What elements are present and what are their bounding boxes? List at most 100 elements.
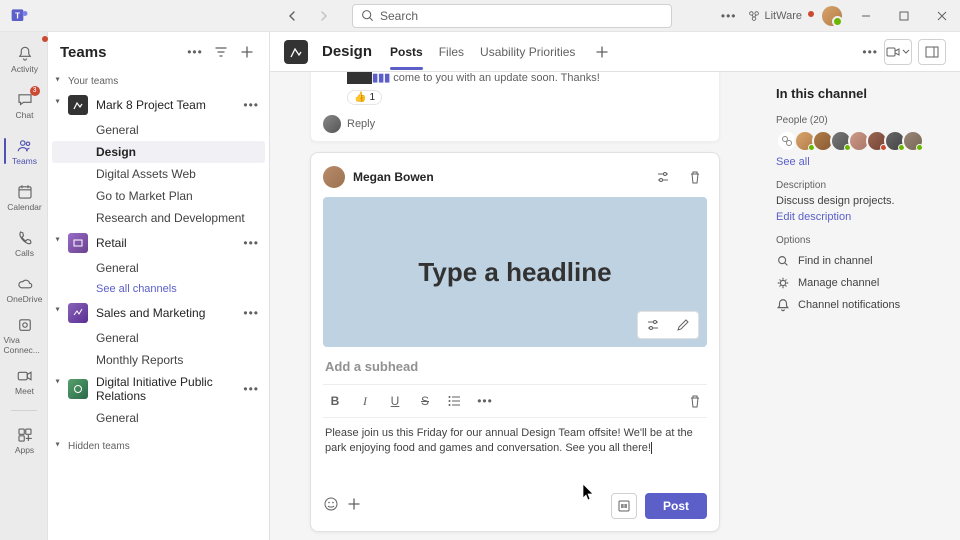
nav-back-button[interactable]: [278, 2, 306, 30]
tab-posts[interactable]: Posts: [390, 34, 423, 70]
tenant-switcher[interactable]: LitWare: [747, 9, 813, 23]
strike-button[interactable]: S: [415, 391, 435, 411]
video-icon: [16, 367, 34, 385]
window-close-button[interactable]: [928, 2, 956, 30]
post-button[interactable]: Post: [645, 493, 707, 519]
nav-forward-button[interactable]: [310, 2, 338, 30]
channel-more-button[interactable]: •••: [862, 45, 878, 59]
channel-picker-button[interactable]: [611, 493, 637, 519]
apps-icon: [16, 426, 34, 444]
rail-onedrive[interactable]: OneDrive: [2, 268, 46, 310]
cloud-icon: [16, 275, 34, 293]
smile-icon: [323, 496, 339, 512]
rail-calls[interactable]: Calls: [2, 222, 46, 264]
subhead-input[interactable]: Add a subhead: [323, 347, 707, 384]
reaction-pill[interactable]: 👍1: [347, 90, 382, 105]
channel-title: Design: [322, 43, 372, 60]
team-avatar-icon: [68, 303, 88, 323]
format-more-button[interactable]: •••: [475, 391, 495, 411]
search-icon: [776, 254, 790, 268]
open-pane-button[interactable]: [918, 39, 946, 65]
hidden-teams-section[interactable]: Hidden teams: [48, 437, 269, 456]
chevron-down-icon: [902, 48, 910, 56]
see-all-link[interactable]: See all: [776, 156, 944, 168]
clear-body-button[interactable]: [685, 391, 705, 411]
option-notifications[interactable]: Channel notifications: [776, 294, 944, 316]
italic-button[interactable]: I: [355, 391, 375, 411]
teams-create-button[interactable]: [237, 42, 257, 62]
channel-general-0[interactable]: General: [48, 119, 269, 141]
channel-general-1[interactable]: General: [48, 257, 269, 279]
tab-usability[interactable]: Usability Priorities: [480, 34, 575, 70]
team-digital-initiative[interactable]: Digital Initiative Public Relations •••: [48, 371, 269, 407]
add-tab-button[interactable]: [591, 41, 613, 63]
rail-meet[interactable]: Meet: [2, 360, 46, 402]
channel-icon: [617, 499, 631, 513]
search-placeholder: Search: [380, 9, 418, 23]
channel-monthly-reports[interactable]: Monthly Reports: [48, 349, 269, 371]
team-more-button[interactable]: •••: [243, 382, 259, 396]
settings-more-button[interactable]: •••: [721, 9, 737, 23]
message-body-input[interactable]: Please join us this Friday for our annua…: [323, 418, 707, 487]
list-button[interactable]: [445, 391, 465, 411]
thumbs-up-icon: 👍: [354, 92, 366, 103]
team-more-button[interactable]: •••: [243, 306, 259, 320]
channel-go-to-market[interactable]: Go to Market Plan: [48, 185, 269, 207]
team-avatar-icon: [68, 379, 88, 399]
channel-research[interactable]: Research and Development: [48, 207, 269, 229]
delivery-options-button[interactable]: [651, 165, 675, 189]
people-label: People (20): [776, 115, 944, 126]
attach-more-button[interactable]: [347, 497, 361, 514]
team-sales[interactable]: Sales and Marketing •••: [48, 299, 269, 327]
see-all-channels-link[interactable]: See all channels: [48, 279, 269, 299]
member-avatar: [902, 130, 924, 152]
team-retail[interactable]: Retail •••: [48, 229, 269, 257]
teams-logo: T: [10, 6, 30, 26]
rail-apps[interactable]: Apps: [2, 419, 46, 461]
team-mark8[interactable]: Mark 8 Project Team •••: [48, 91, 269, 119]
teams-more-button[interactable]: •••: [185, 42, 205, 62]
your-teams-section[interactable]: Your teams: [48, 72, 269, 91]
rail-viva[interactable]: Viva Connec...: [2, 314, 46, 356]
channel-general-2[interactable]: General: [48, 327, 269, 349]
rail-chat[interactable]: 3 Chat: [2, 84, 46, 126]
prev-snippet: xxxx ▮▮▮ come to you with an update soon…: [347, 72, 707, 84]
reply-button[interactable]: Reply: [323, 115, 707, 133]
delete-draft-button[interactable]: [683, 165, 707, 189]
search-icon: [361, 9, 374, 22]
window-minimize-button[interactable]: [852, 2, 880, 30]
option-find[interactable]: Find in channel: [776, 250, 944, 272]
bold-button[interactable]: B: [325, 391, 345, 411]
app-rail: Activity 3 Chat Teams Calendar Calls One…: [0, 32, 48, 540]
channel-digital-assets[interactable]: Digital Assets Web: [48, 163, 269, 185]
people-avatars[interactable]: [776, 130, 944, 152]
meet-now-button[interactable]: [884, 39, 912, 65]
edit-description-link[interactable]: Edit description: [776, 211, 944, 223]
team-more-button[interactable]: •••: [243, 98, 259, 112]
emoji-button[interactable]: [323, 496, 339, 515]
banner-color-button[interactable]: [638, 312, 668, 338]
search-input[interactable]: Search: [352, 4, 672, 28]
channel-general-3[interactable]: General: [48, 407, 269, 429]
teams-filter-button[interactable]: [211, 42, 231, 62]
underline-button[interactable]: U: [385, 391, 405, 411]
bell-icon: [16, 45, 34, 63]
rail-activity[interactable]: Activity: [2, 38, 46, 80]
gear-icon: [776, 276, 790, 290]
team-more-button[interactable]: •••: [243, 236, 259, 250]
announcement-banner[interactable]: Type a headline: [323, 197, 707, 347]
message-feed: xxxx ▮▮▮ come to you with an update soon…: [270, 72, 760, 540]
rail-calendar[interactable]: Calendar: [2, 176, 46, 218]
window-maximize-button[interactable]: [890, 2, 918, 30]
rail-teams[interactable]: Teams: [2, 130, 46, 172]
profile-avatar[interactable]: [822, 6, 842, 26]
titlebar: T Search ••• LitWare: [0, 0, 960, 32]
headline-input[interactable]: Type a headline: [418, 257, 611, 288]
previous-message: xxxx ▮▮▮ come to you with an update soon…: [310, 72, 720, 142]
pencil-icon: [676, 318, 690, 332]
channel-design[interactable]: Design: [52, 141, 265, 163]
plus-icon: [347, 497, 361, 511]
tab-files[interactable]: Files: [439, 34, 464, 70]
option-manage[interactable]: Manage channel: [776, 272, 944, 294]
banner-image-button[interactable]: [668, 312, 698, 338]
